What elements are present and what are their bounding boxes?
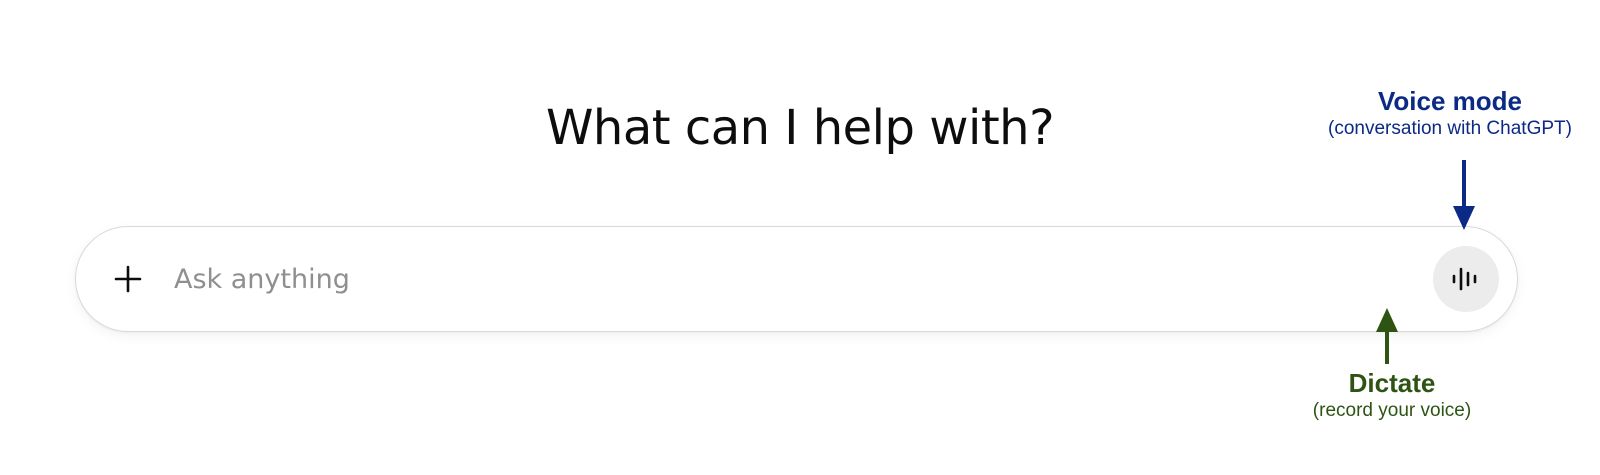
voice-mode-annotation: Voice mode (conversation with ChatGPT) (1300, 86, 1600, 142)
dictate-annotation-title: Dictate (1348, 368, 1436, 398)
dictate-annotation-subtitle: (record your voice) (1312, 400, 1472, 421)
chat-home: What can I help with? Ask anything Voice… (0, 0, 1600, 475)
voice-waveform-icon (1452, 267, 1477, 291)
voice-mode-button[interactable] (1433, 246, 1499, 312)
voice-mode-arrow (1453, 160, 1475, 230)
plus-icon (114, 265, 142, 293)
voice-mode-annotation-subtitle: (conversation with ChatGPT) (1328, 118, 1572, 139)
ask-input[interactable] (174, 254, 1324, 304)
dictate-annotation: Dictate (record your voice) (1262, 368, 1522, 424)
voice-mode-annotation-title: Voice mode (1377, 86, 1522, 116)
chat-composer (75, 226, 1518, 332)
attach-button[interactable] (104, 255, 152, 303)
